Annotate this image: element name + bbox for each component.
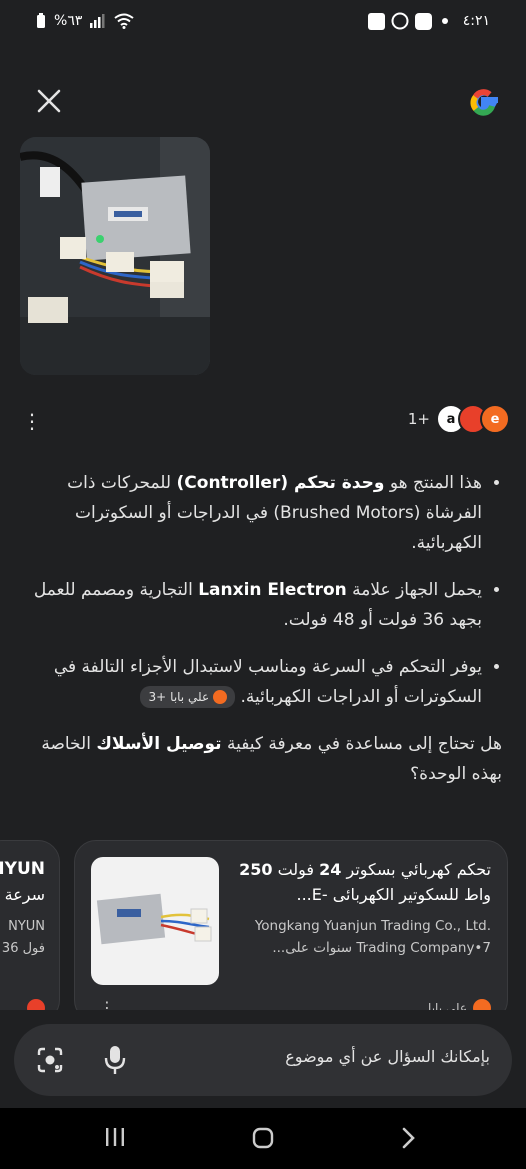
- clock: ٤:٢١: [462, 13, 490, 29]
- title-mid: فولت: [272, 860, 320, 879]
- notification-icons: [368, 12, 448, 30]
- chip-label: علي بابا: [170, 690, 210, 704]
- google-logo: [470, 89, 498, 116]
- wifi-icon: [114, 13, 134, 29]
- source-chip[interactable]: علي بابا +3: [140, 686, 236, 708]
- b3-text: يوفر التحكم في السرعة ومناسب لاستبدال ال…: [53, 657, 482, 707]
- close-icon[interactable]: [34, 86, 64, 116]
- q-bold: توصيل الأسلاك: [96, 734, 222, 754]
- q-pre: هل تحتاج إلى مساعدة في معرفة كيفية: [221, 734, 502, 754]
- alibaba-icon: [213, 690, 228, 704]
- whatsapp-icon: [391, 12, 409, 30]
- back-icon[interactable]: [398, 1126, 418, 1150]
- b2-pre: يحمل الجهاز علامة: [346, 580, 482, 600]
- app-notification-icon: [415, 12, 432, 30]
- product-seller: Yongkang Yuanjun Trading Co., Ltd.: [254, 918, 491, 934]
- ai-answer: هذا المنتج هو وحدة تحكم (Controller) للم…: [20, 468, 506, 789]
- product-thumbnail: [91, 857, 219, 985]
- answer-bullet-1: هذا المنتج هو وحدة تحكم (Controller) للم…: [20, 468, 482, 558]
- query-image[interactable]: [20, 137, 210, 375]
- answer-bullet-2: يحمل الجهاز علامة Lanxin Electron التجار…: [20, 575, 482, 635]
- gallery-icon: [368, 12, 385, 30]
- title-pre: تحكم كهربائي بسكوتر: [341, 860, 492, 879]
- alibaba-source-icon-2: e: [480, 404, 510, 434]
- battery-icon: [37, 13, 45, 28]
- lens-icon[interactable]: [36, 1046, 64, 1074]
- system-nav-bar: [0, 1108, 526, 1169]
- home-icon[interactable]: [251, 1126, 275, 1150]
- controller-photo: [20, 137, 210, 375]
- recent-apps-icon[interactable]: [104, 1126, 126, 1148]
- chip-more: +3: [148, 690, 167, 704]
- card2-subtitle: سرعة: [4, 885, 45, 904]
- answer-bullet-3: يوفر التحكم في السرعة ومناسب لاستبدال ال…: [20, 652, 482, 712]
- status-bar: %٦٣ ٤:٢١: [0, 0, 526, 44]
- sources-row[interactable]: 1+ a e: [408, 404, 510, 434]
- search-bar[interactable]: بإمكانك السؤال عن أي موضوع: [14, 1024, 512, 1096]
- signal-icon: [90, 14, 105, 28]
- sources-count: 1+: [407, 410, 430, 428]
- product-meta: Trading Company•7 سنوات على...: [272, 940, 491, 956]
- title-post: واط للسكوتير الكهربائى -E...: [296, 885, 491, 904]
- battery-level: %٦٣: [54, 13, 83, 29]
- card2-title: NYUN: [0, 859, 45, 879]
- follow-up-question: هل تحتاج إلى مساعدة في معرفة كيفية توصيل…: [20, 729, 502, 789]
- b1-pre: هذا المنتج هو: [384, 473, 482, 493]
- b2-bold: Lanxin Electron: [198, 580, 347, 600]
- search-placeholder: بإمكانك السؤال عن أي موضوع: [285, 1047, 490, 1066]
- more-options-icon[interactable]: ⋮: [22, 410, 42, 432]
- status-left: %٦٣: [36, 13, 134, 29]
- title-b1: 24: [319, 860, 342, 879]
- notification-dot: [442, 18, 448, 24]
- product-card-1[interactable]: تحكم كهربائي بسكوتر 24 فولت 250 واط للسك…: [74, 840, 508, 1022]
- product-card-2[interactable]: NYUN سرعة NYUN 36 فول: [0, 840, 60, 1022]
- card2-meta: 36 فول: [1, 941, 45, 956]
- title-b2: 250: [239, 860, 273, 879]
- b1-bold: وحدة تحكم (Controller): [176, 473, 385, 493]
- card2-seller: NYUN: [8, 919, 45, 934]
- product-title: تحكم كهربائي بسكوتر 24 فولت 250 واط للسك…: [231, 857, 491, 907]
- mic-icon[interactable]: [102, 1044, 128, 1076]
